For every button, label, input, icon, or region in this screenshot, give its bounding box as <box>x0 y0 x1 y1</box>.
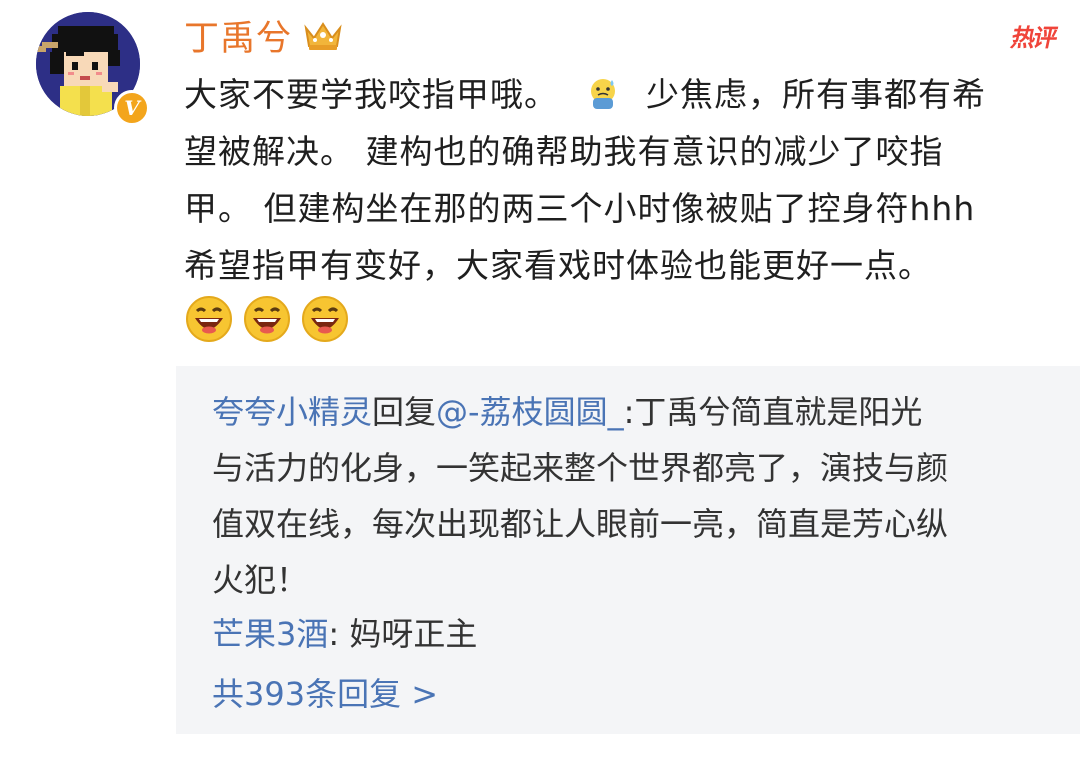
laughing-emoji-icon <box>244 296 290 342</box>
post-header: 丁禹兮 <box>184 10 344 60</box>
top-reply: 夸夸小精灵回复@-荔枝圆圆_:丁禹兮简直就是阳光 与活力的化身，一笑起来整个世界… <box>212 384 1062 608</box>
post-line-1-part-b: 少焦虑，所有事都有希 <box>646 75 986 114</box>
sub-reply: 芒果3酒: 妈呀正主 <box>212 606 477 662</box>
laughing-emoji-icon <box>186 296 232 342</box>
reply-section[interactable]: 夸夸小精灵回复@-荔枝圆圆_:丁禹兮简直就是阳光 与活力的化身，一笑起来整个世界… <box>176 366 1080 734</box>
top-reply-line-4: 火犯！ <box>212 561 309 599</box>
username[interactable]: 丁禹兮 <box>184 10 292 61</box>
view-all-replies-link[interactable]: 共393条回复 > <box>212 666 438 722</box>
post-body: 大家不要学我咬指甲哦。 少焦虑，所有事都有希 望被解决。 建构也的确帮助我有意识… <box>184 66 1074 294</box>
worried-sweat-emoji-icon <box>591 79 615 109</box>
post-line-3: 甲。 但建构坐在那的两三个小时像被贴了控身符hhh <box>184 189 976 228</box>
post-line-1-part-a: 大家不要学我咬指甲哦。 <box>184 75 558 114</box>
post-line-2: 望被解决。 建构也的确帮助我有意识的减少了咬指 <box>184 132 944 171</box>
crown-icon <box>304 22 342 50</box>
reply-verb: 回复 <box>372 393 437 431</box>
reply-author-link[interactable]: 夸夸小精灵 <box>212 393 372 431</box>
hot-comment-badge: 热评 <box>1008 18 1068 52</box>
top-reply-line-2: 与活力的化身，一笑起来整个世界都亮了，演技与颜 <box>212 449 949 487</box>
top-reply-line-1: 夸夸小精灵回复@-荔枝圆圆_:丁禹兮简直就是阳光 <box>212 384 1062 440</box>
emoji-row <box>184 294 350 344</box>
hot-comment-label: 热评 <box>1008 24 1059 52</box>
sub-reply-author-link[interactable]: 芒果3酒 <box>212 615 328 653</box>
top-reply-line-1-text: :丁禹兮简直就是阳光 <box>623 393 923 431</box>
laughing-emoji-icon <box>302 296 348 342</box>
post-line-4: 希望指甲有变好，大家看戏时体验也能更好一点。 <box>184 246 932 285</box>
post-line-1: 大家不要学我咬指甲哦。 少焦虑，所有事都有希 <box>184 66 1074 123</box>
avatar[interactable]: V <box>36 12 150 126</box>
verified-badge-icon: V <box>114 90 150 126</box>
sub-reply-text: : 妈呀正主 <box>328 615 478 653</box>
top-reply-line-3: 值双在线，每次出现都让人眼前一亮，简直是芳心纵 <box>212 505 949 543</box>
reply-mention-link[interactable]: @-荔枝圆圆_ <box>436 393 624 431</box>
